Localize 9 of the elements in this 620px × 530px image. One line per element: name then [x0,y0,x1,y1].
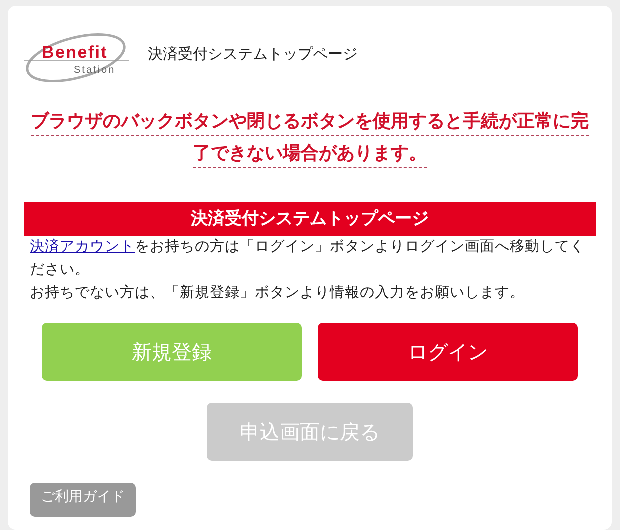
guide-button[interactable]: ご利用ガイド [30,483,136,517]
page-title: 決済受付システムトップページ [148,44,358,64]
warning-text: ブラウザのバックボタンや閉じるボタンを使用すると手続が正常に完了できない場合があります。 [30,110,590,166]
login-button[interactable]: ログイン [318,323,578,381]
section-banner: 決済受付システムトップページ [24,202,596,236]
account-link[interactable]: 決済アカウント [30,239,135,255]
note-text: お持ちでない方は、「新規登録」ボタンより情報の入力をお願いします。 [29,284,526,303]
register-button[interactable]: 新規登録 [42,323,302,381]
intro-text: 決済アカウント をお持ちの方は「ログイン」ボタンよりログイン画面へ移動してください。 [29,238,586,280]
